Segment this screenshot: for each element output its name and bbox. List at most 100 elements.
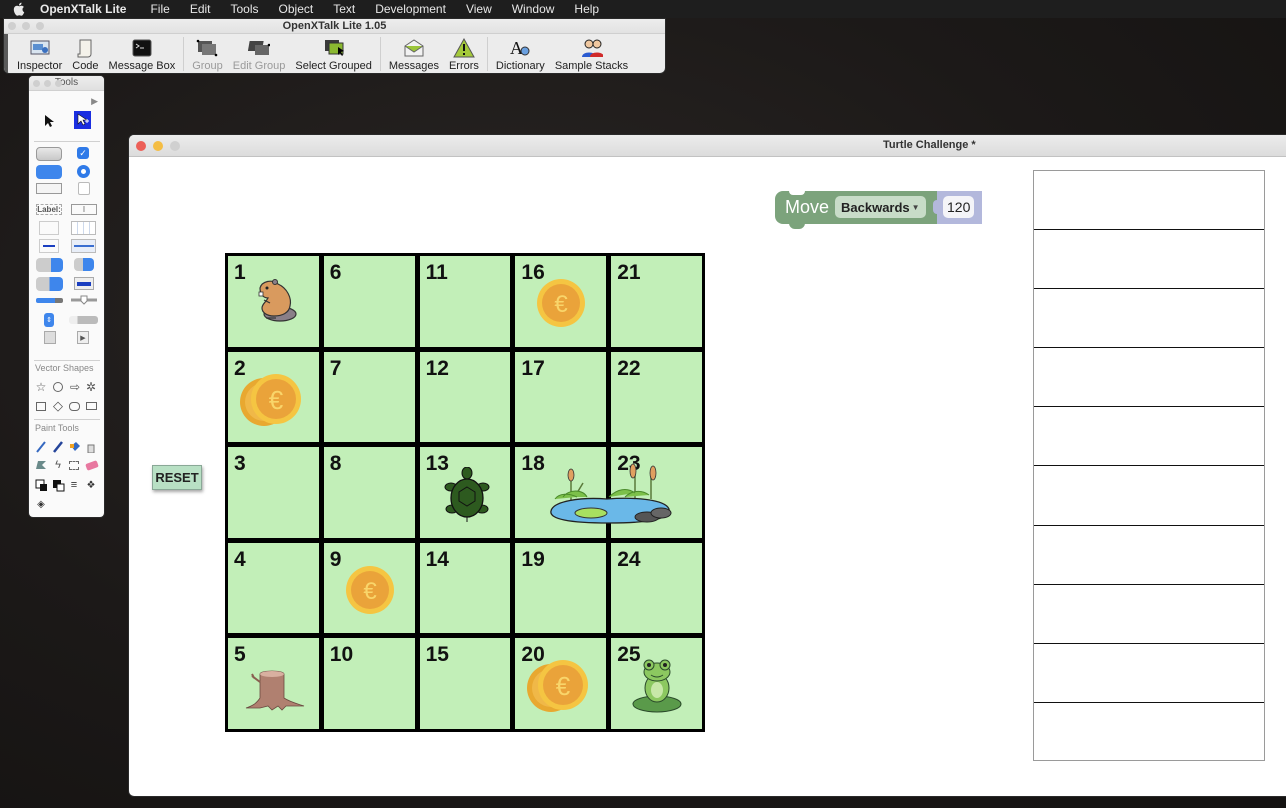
grid-cell[interactable]: 9 € [323, 542, 415, 634]
grid-cell[interactable]: 20 € [515, 638, 607, 729]
popup-tool-icon[interactable] [78, 182, 90, 195]
grid-cell[interactable]: 13 [419, 447, 511, 538]
menu-view[interactable]: View [466, 2, 492, 16]
pulldown-menu-tool-icon[interactable] [36, 277, 63, 291]
select-grouped-button[interactable]: Select Grouped [290, 34, 376, 73]
list-row[interactable] [1034, 703, 1264, 762]
move-block[interactable]: Move Backwards ▼ 120 [775, 189, 983, 229]
distance-input[interactable]: 120 [943, 196, 975, 218]
radio-tool-icon[interactable] [77, 165, 90, 178]
menu-file[interactable]: File [150, 2, 169, 16]
line-size-icon[interactable]: ≡ [68, 479, 80, 491]
arrow-shape-icon[interactable]: ⇨ [68, 380, 82, 394]
grid-cell[interactable]: 17 [515, 351, 607, 443]
list-row[interactable] [1034, 585, 1264, 644]
stepper-tool-icon[interactable]: ⇕ [44, 313, 54, 327]
menu-help[interactable]: Help [574, 2, 599, 16]
grid-cell[interactable]: 22 [611, 351, 702, 443]
menu-text[interactable]: Text [333, 2, 355, 16]
grid-cell[interactable]: 15 [419, 638, 511, 729]
menu-development[interactable]: Development [375, 2, 446, 16]
grid-cell[interactable]: 16 € [515, 256, 607, 347]
list-row[interactable] [1034, 171, 1264, 231]
tab-panel-tool-icon[interactable] [74, 277, 94, 290]
zoom-button[interactable] [55, 80, 62, 87]
gear-shape-icon[interactable]: ✲ [85, 380, 97, 394]
diamond-shape-icon[interactable]: ◇ [52, 398, 64, 413]
minimize-button[interactable] [44, 80, 51, 87]
menu-object[interactable]: Object [279, 2, 314, 16]
grid-cell[interactable]: 4 [228, 542, 319, 634]
stack-window-titlebar[interactable]: Turtle Challenge * [129, 135, 1286, 157]
code-button[interactable]: Code [67, 34, 103, 73]
tools-palette-titlebar[interactable]: Tools [29, 76, 104, 91]
lasso-tool-icon[interactable]: ϟ [52, 459, 64, 471]
shape-options-icon[interactable]: ◈ [35, 498, 47, 510]
grid-cell[interactable]: 8 [323, 447, 415, 538]
minimize-button[interactable] [153, 141, 163, 151]
sample-stacks-button[interactable]: Sample Stacks [550, 34, 633, 73]
errors-button[interactable]: Errors [444, 34, 484, 73]
expand-arrow-icon[interactable]: ▶ [91, 96, 98, 107]
pointer-tool-icon[interactable] [74, 111, 91, 129]
list-row[interactable] [1034, 230, 1264, 290]
grid-cell[interactable]: 5 [228, 638, 319, 729]
pencil-tool-icon[interactable] [35, 440, 47, 454]
grid-cell[interactable]: 7 [323, 351, 415, 443]
grid-cell[interactable]: 24 [611, 542, 702, 634]
button-tool-icon[interactable] [36, 147, 62, 161]
grid-cell[interactable]: 21 [611, 256, 702, 347]
data-grid-tool-icon[interactable] [71, 239, 96, 253]
grid-cell[interactable]: 10 [323, 638, 415, 729]
brush-tool-icon[interactable] [52, 440, 64, 454]
grid-cell[interactable]: 14 [419, 542, 511, 634]
scrollbar-tool-icon[interactable] [69, 316, 98, 324]
move-block-body[interactable]: Move Backwards ▼ [775, 190, 937, 229]
menu-app-name[interactable]: OpenXTalk Lite [40, 2, 126, 16]
close-button[interactable] [33, 80, 40, 87]
zoom-button[interactable] [36, 22, 44, 30]
list-row[interactable] [1034, 289, 1264, 349]
list-row[interactable] [1034, 466, 1264, 526]
instruction-list[interactable] [1033, 170, 1265, 761]
list-row[interactable] [1034, 348, 1264, 408]
grid-cell[interactable]: 12 [419, 351, 511, 443]
text-field-tool-icon[interactable]: I [71, 204, 97, 215]
list-row[interactable] [1034, 526, 1264, 585]
grid-cell[interactable]: 2 € [228, 351, 319, 443]
rounded-rect-shape-icon[interactable] [68, 400, 80, 412]
message-box-button[interactable]: Message Box [104, 34, 181, 73]
edit-group-button[interactable]: Edit Group [228, 34, 291, 73]
close-button[interactable] [136, 141, 146, 151]
spray-tool-icon[interactable] [85, 440, 97, 454]
scrolling-field-tool-icon[interactable] [39, 221, 59, 235]
group-button[interactable]: Group [187, 34, 228, 73]
combo-box-tool-icon[interactable] [36, 258, 63, 272]
fill-color-icon[interactable] [52, 479, 65, 492]
rectangle-shape-icon[interactable] [35, 400, 47, 412]
checkbox-tool-icon[interactable]: ✓ [77, 147, 89, 159]
list-field-tool-icon[interactable] [39, 239, 59, 253]
direction-dropdown[interactable]: Backwards ▼ [835, 196, 926, 218]
polygon-paint-icon[interactable] [35, 459, 47, 471]
grid-cell[interactable]: 19 [515, 542, 607, 634]
dictionary-button[interactable]: A Dictionary [491, 34, 550, 73]
grid-cell[interactable]: 11 [419, 256, 511, 347]
toolbar-window-titlebar[interactable]: OpenXTalk Lite 1.05 [4, 19, 665, 34]
menu-tools[interactable]: Tools [231, 2, 259, 16]
list-row[interactable] [1034, 407, 1264, 467]
table-field-tool-icon[interactable] [71, 221, 96, 235]
list-row[interactable] [1034, 644, 1264, 703]
grid-cell[interactable]: 1 [228, 256, 319, 347]
callout-shape-icon[interactable] [85, 400, 97, 412]
default-button-tool-icon[interactable] [36, 165, 62, 179]
inspector-button[interactable]: Inspector [12, 34, 67, 73]
player-tool-icon[interactable]: ▶ [77, 331, 89, 344]
image-tool-icon[interactable] [44, 331, 56, 344]
line-color-icon[interactable] [35, 479, 48, 492]
menu-edit[interactable]: Edit [190, 2, 211, 16]
grid-cell[interactable]: 18 [515, 447, 672, 538]
rectangle-button-tool-icon[interactable] [36, 183, 62, 194]
apple-icon[interactable] [12, 2, 26, 16]
eraser-tool-icon[interactable] [84, 459, 99, 471]
